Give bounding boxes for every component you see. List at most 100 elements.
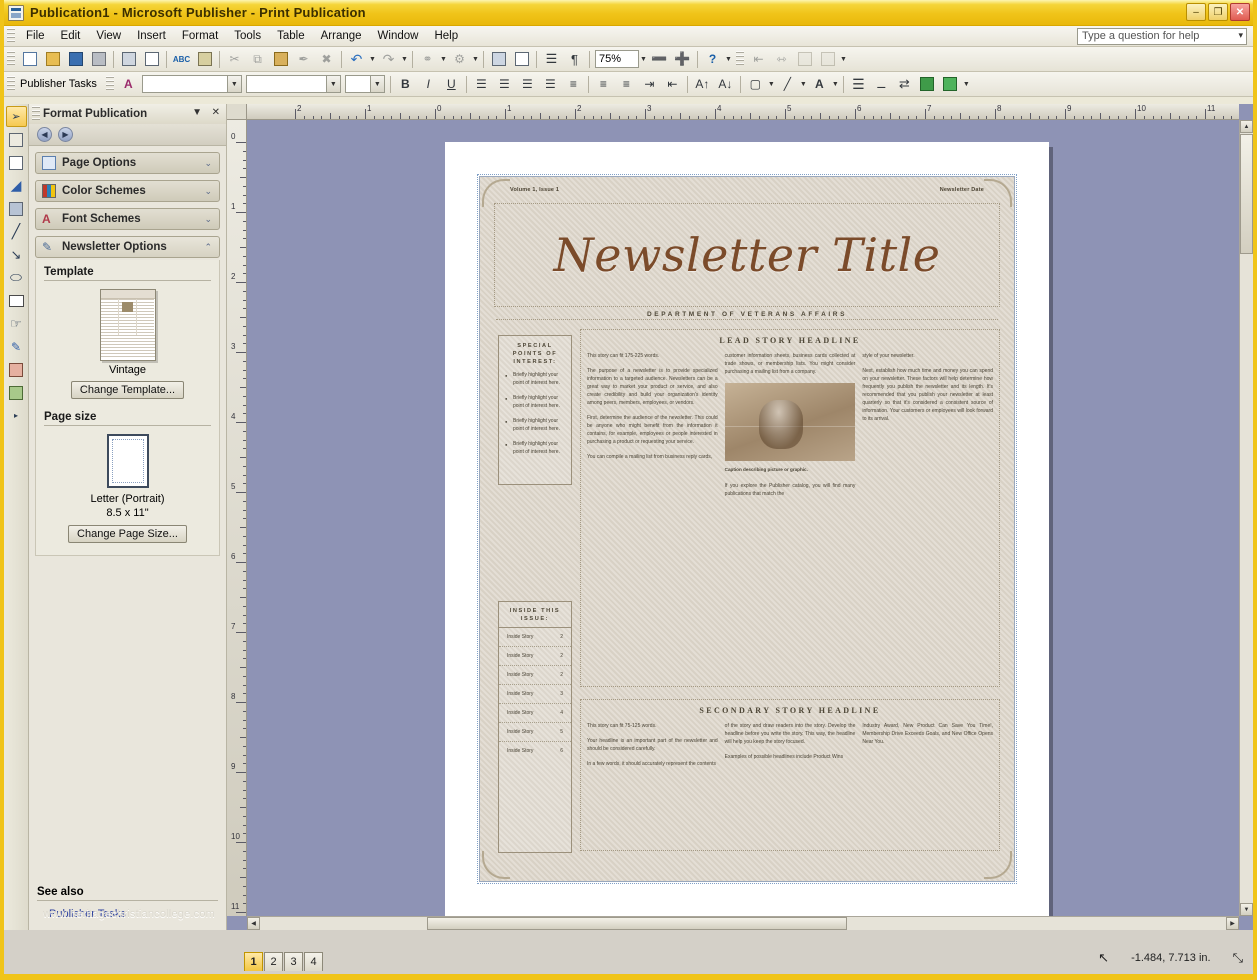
redo-icon[interactable]: ↷: [378, 49, 399, 70]
page-tab-3[interactable]: 3: [284, 952, 303, 971]
dash-style-icon[interactable]: ⚊: [871, 74, 892, 95]
close-button[interactable]: ✕: [1230, 3, 1250, 21]
picture-frame-tool[interactable]: [6, 198, 27, 219]
zoom-out-icon[interactable]: ➖: [649, 49, 670, 70]
zoom-dropdown-arrow[interactable]: ▼: [639, 49, 648, 70]
menu-insert[interactable]: Insert: [129, 28, 174, 44]
line-style-icon[interactable]: ☰: [848, 74, 869, 95]
accordion-color-schemes[interactable]: Color Schemes ⌄: [35, 180, 220, 202]
bold-button[interactable]: B: [395, 74, 416, 95]
align-center-icon[interactable]: ☰: [494, 74, 515, 95]
insert-wordart-tool[interactable]: ◢: [6, 175, 27, 196]
font-size-chevron-down-icon[interactable]: ▼: [370, 76, 384, 92]
scroll-down-arrow-icon[interactable]: ▼: [1240, 903, 1253, 916]
horizontal-ruler[interactable]: 2101234567891011: [247, 104, 1239, 120]
insert-table-tool[interactable]: [6, 152, 27, 173]
underline-button[interactable]: U: [441, 74, 462, 95]
print-preview-button[interactable]: [118, 49, 139, 70]
insert-object-icon[interactable]: [511, 49, 532, 70]
menu-tools[interactable]: Tools: [226, 28, 269, 44]
formatting-toolbar-grip[interactable]: [7, 76, 15, 92]
menu-edit[interactable]: Edit: [53, 28, 89, 44]
insert-design-tool[interactable]: [6, 382, 27, 403]
align-justify-icon[interactable]: ☰: [540, 74, 561, 95]
font-select[interactable]: ▼: [246, 75, 341, 93]
newsletter-sheet[interactable]: Volume 1, Issue 1 Newsletter Date Newsle…: [479, 176, 1015, 882]
style-chevron-down-icon[interactable]: ▼: [227, 76, 241, 92]
styles-and-formatting-icon[interactable]: A: [118, 74, 139, 95]
chevron-up-icon[interactable]: ⌃: [204, 242, 212, 253]
spelling-icon[interactable]: ABC: [171, 49, 192, 70]
redo-dropdown-arrow[interactable]: ▼: [400, 49, 409, 70]
ruler-corner[interactable]: [227, 104, 247, 120]
font-color-icon[interactable]: A: [809, 74, 830, 95]
mailmerge-recipient-icon[interactable]: ⇿: [771, 49, 792, 70]
formatting-toolbar-overflow[interactable]: ▼: [962, 74, 971, 95]
scroll-left-arrow-icon[interactable]: ◀: [247, 917, 260, 930]
scroll-right-arrow-icon[interactable]: ▶: [1226, 917, 1239, 930]
arrow-style-icon[interactable]: ⇄: [894, 74, 915, 95]
line-tool[interactable]: ╱: [6, 221, 27, 242]
fill-color-icon[interactable]: ▢: [745, 74, 766, 95]
undo-icon[interactable]: ↶: [346, 49, 367, 70]
clear-formatting-icon[interactable]: ✖: [316, 49, 337, 70]
format-painter-icon[interactable]: ✒: [293, 49, 314, 70]
menu-help[interactable]: Help: [426, 28, 466, 44]
insert-picture-icon[interactable]: [488, 49, 509, 70]
new-button[interactable]: [19, 49, 40, 70]
arrow-tool[interactable]: ↘: [6, 244, 27, 265]
ask-a-question-input[interactable]: Type a question for help: [1077, 28, 1247, 45]
chevron-down-icon[interactable]: ⌄: [204, 214, 212, 225]
design-checker-dropdown-arrow[interactable]: ▼: [471, 49, 480, 70]
save-button[interactable]: [65, 49, 86, 70]
content-library-tool[interactable]: [6, 359, 27, 380]
newsletter-date-text[interactable]: Newsletter Date: [940, 187, 984, 193]
bicycle-photo[interactable]: [725, 383, 856, 461]
line-spacing-icon[interactable]: ≡: [563, 74, 584, 95]
zoom-level-input[interactable]: 75%: [595, 50, 639, 68]
mailmerge-first-icon[interactable]: ⇤: [748, 49, 769, 70]
italic-button[interactable]: I: [418, 74, 439, 95]
zoom-in-icon[interactable]: ➕: [672, 49, 693, 70]
mailmerge-toolbar-grip[interactable]: [736, 51, 744, 67]
numbered-list-icon[interactable]: ≡: [593, 74, 614, 95]
insert-hyperlink-icon[interactable]: ⚭: [417, 49, 438, 70]
accordion-page-options[interactable]: Page Options ⌄: [35, 152, 220, 174]
chevron-down-icon[interactable]: ⌄: [204, 158, 212, 169]
shadow-style-icon[interactable]: [917, 74, 938, 95]
increase-indent-icon[interactable]: ⇤: [662, 74, 683, 95]
task-pane-chevron-down-icon[interactable]: ▼: [192, 107, 202, 118]
copy-icon[interactable]: ⧉: [247, 49, 268, 70]
chevron-down-icon[interactable]: ⌄: [204, 186, 212, 197]
publisher-tasks-button[interactable]: Publisher Tasks: [18, 78, 103, 90]
menu-format[interactable]: Format: [174, 28, 226, 44]
standard-toolbar-grip[interactable]: [7, 51, 15, 67]
newsletter-title-box[interactable]: Newsletter Title: [496, 207, 998, 303]
menu-arrange[interactable]: Arrange: [313, 28, 370, 44]
vertical-scroll-thumb[interactable]: [1240, 134, 1253, 254]
page-tab-4[interactable]: 4: [304, 952, 323, 971]
standard-toolbar-overflow[interactable]: ▼: [724, 49, 733, 70]
restore-button[interactable]: ❐: [1208, 3, 1228, 21]
menu-window[interactable]: Window: [370, 28, 427, 44]
oval-tool[interactable]: ⬭: [6, 267, 27, 288]
menu-file[interactable]: File: [18, 28, 53, 44]
change-page-size-button[interactable]: Change Page Size...: [68, 525, 187, 543]
change-template-button[interactable]: Change Template...: [71, 381, 184, 399]
accordion-newsletter-options[interactable]: ✎ Newsletter Options ⌃: [35, 236, 220, 258]
3d-style-icon[interactable]: [940, 74, 961, 95]
menu-table[interactable]: Table: [269, 28, 313, 44]
style-select[interactable]: ▼: [142, 75, 242, 93]
page-tab-1[interactable]: 1: [244, 952, 263, 971]
mailmerge-preview-icon[interactable]: [794, 49, 815, 70]
template-thumbnail-vintage[interactable]: [100, 289, 156, 361]
font-color-dropdown-arrow[interactable]: ▼: [831, 74, 840, 95]
special-points-box[interactable]: SPECIAL POINTS OF INTEREST: Briefly high…: [498, 335, 572, 485]
undo-dropdown-arrow[interactable]: ▼: [368, 49, 377, 70]
scroll-up-arrow-icon[interactable]: ▲: [1240, 120, 1253, 133]
design-gallery-object-tool[interactable]: ✎: [6, 336, 27, 357]
menu-view[interactable]: View: [88, 28, 129, 44]
align-left-icon[interactable]: ☰: [471, 74, 492, 95]
align-right-icon[interactable]: ☰: [517, 74, 538, 95]
task-pane-forward-icon[interactable]: ▶: [58, 127, 73, 142]
